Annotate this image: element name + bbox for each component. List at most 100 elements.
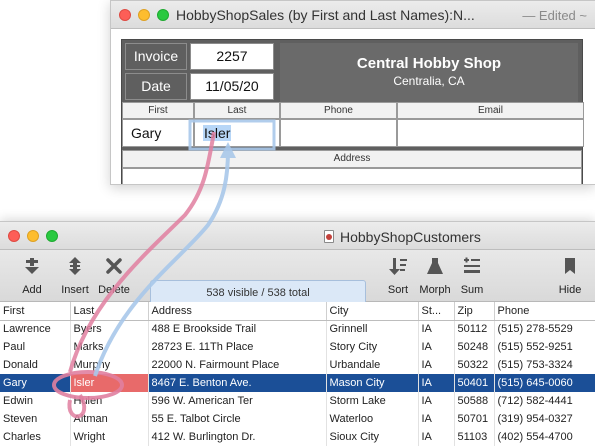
sort-button[interactable]: Sort xyxy=(378,250,418,302)
last-name-field[interactable]: Isler xyxy=(194,119,280,147)
cell-zip[interactable]: 50248 xyxy=(454,338,495,356)
cell-phone[interactable]: (515) 645-0060 xyxy=(494,374,595,392)
table-row[interactable]: Lawrence Byers 488 E Brookside Trail Grinne… xyxy=(0,320,595,338)
table-row[interactable]: Donald Murphy 22000 N. Fairmount Place Urba… xyxy=(0,356,595,374)
cell-address[interactable]: 55 E. Talbot Circle xyxy=(148,410,327,428)
close-button[interactable] xyxy=(8,230,20,242)
cell-last[interactable]: Byers xyxy=(70,320,149,338)
cell-first[interactable]: Charles xyxy=(0,428,71,446)
hide-button[interactable]: Hide xyxy=(550,250,590,302)
close-button[interactable] xyxy=(119,9,131,21)
cell-last[interactable]: Marks xyxy=(70,338,149,356)
cell-address[interactable]: 596 W. American Ter xyxy=(148,392,327,410)
window-title: HobbyShopCustomers xyxy=(340,229,481,245)
sum-button[interactable]: Sum xyxy=(452,250,492,302)
column-header-state[interactable]: St... xyxy=(418,302,455,321)
cell-state[interactable]: IA xyxy=(418,428,455,446)
cell-first[interactable]: Paul xyxy=(0,338,71,356)
phone-field[interactable] xyxy=(280,119,397,147)
cell-address[interactable]: 28723 E. 11Th Place xyxy=(148,338,327,356)
cell-phone[interactable]: (515) 278-5529 xyxy=(494,320,595,338)
cell-zip[interactable]: 50401 xyxy=(454,374,495,392)
morph-button[interactable]: Morph xyxy=(415,250,455,302)
customers-table: First Last Address City St... Zip Phone … xyxy=(0,302,595,446)
zoom-button[interactable] xyxy=(46,230,58,242)
cell-city[interactable]: Mason City xyxy=(326,374,419,392)
cell-phone[interactable]: (402) 554-4700 xyxy=(494,428,595,446)
cell-phone[interactable]: (319) 954-0327 xyxy=(494,410,595,428)
cell-first[interactable]: Donald xyxy=(0,356,71,374)
customers-titlebar: HobbyShopCustomers xyxy=(0,222,595,250)
column-header-first[interactable]: First xyxy=(0,302,71,321)
cell-city[interactable]: Grinnell xyxy=(326,320,419,338)
invoice-form: Invoice 2257 Date 11/05/20 Central Hobby… xyxy=(121,39,584,184)
insert-icon xyxy=(69,257,81,275)
company-banner: Central Hobby Shop Centralia, CA xyxy=(280,43,578,103)
cell-last[interactable]: Murphy xyxy=(70,356,149,374)
cell-zip[interactable]: 50588 xyxy=(454,392,495,410)
table-row[interactable]: Gary Isler 8467 E. Benton Ave. Mason City IA… xyxy=(0,374,595,392)
minimize-button[interactable] xyxy=(27,230,39,242)
cell-city[interactable]: Story City xyxy=(326,338,419,356)
cell-first[interactable]: Edwin xyxy=(0,392,71,410)
column-header-phone: Phone xyxy=(280,102,397,119)
cell-first[interactable]: Gary xyxy=(0,374,71,392)
invoice-number-field[interactable]: 2257 xyxy=(190,43,274,70)
sort-icon xyxy=(389,258,407,275)
cell-state[interactable]: IA xyxy=(418,392,455,410)
cell-city[interactable]: Storm Lake xyxy=(326,392,419,410)
cell-address[interactable]: 412 W. Burlington Dr. xyxy=(148,428,327,446)
add-button[interactable]: Add xyxy=(12,250,52,302)
cell-state[interactable]: IA xyxy=(418,374,455,392)
table-row[interactable]: Paul Marks 28723 E. 11Th Place Story City IA… xyxy=(0,338,595,356)
minimize-button[interactable] xyxy=(138,9,150,21)
company-city: Centralia, CA xyxy=(393,74,465,88)
cell-last[interactable]: Isler xyxy=(70,374,149,392)
email-field[interactable] xyxy=(397,119,584,147)
column-header-zip[interactable]: Zip xyxy=(454,302,495,321)
invoice-titlebar: HobbyShopSales (by First and Last Names)… xyxy=(111,1,595,29)
cell-zip[interactable]: 50701 xyxy=(454,410,495,428)
cell-city[interactable]: Waterloo xyxy=(326,410,419,428)
address-field[interactable] xyxy=(122,168,582,184)
column-header-phone[interactable]: Phone xyxy=(494,302,595,321)
cell-address[interactable]: 22000 N. Fairmount Place xyxy=(148,356,327,374)
cell-phone[interactable]: (515) 552-9251 xyxy=(494,338,595,356)
cell-address[interactable]: 8467 E. Benton Ave. xyxy=(148,374,327,392)
cell-phone[interactable]: (712) 582-4441 xyxy=(494,392,595,410)
date-field[interactable]: 11/05/20 xyxy=(190,73,274,100)
cell-state[interactable]: IA xyxy=(418,356,455,374)
cell-state[interactable]: IA xyxy=(418,410,455,428)
delete-icon xyxy=(106,258,122,274)
zoom-button[interactable] xyxy=(157,9,169,21)
edited-indicator[interactable]: — Edited ~ xyxy=(522,8,587,23)
column-header-last[interactable]: Last xyxy=(70,302,149,321)
column-header-city[interactable]: City xyxy=(326,302,419,321)
cell-first[interactable]: Steven xyxy=(0,410,71,428)
cell-last[interactable]: Hulen xyxy=(70,392,149,410)
delete-button[interactable]: Delete xyxy=(93,250,135,302)
cell-address[interactable]: 488 E Brookside Trail xyxy=(148,320,327,338)
cell-zip[interactable]: 51103 xyxy=(454,428,495,446)
table-row[interactable]: Steven Altman 55 E. Talbot Circle Waterloo I… xyxy=(0,410,595,428)
date-label: Date xyxy=(125,73,187,100)
cell-state[interactable]: IA xyxy=(418,320,455,338)
cell-last[interactable]: Wright xyxy=(70,428,149,446)
column-header-first: First xyxy=(122,102,194,119)
header-row: First Last Address City St... Zip Phone xyxy=(0,302,595,321)
cell-zip[interactable]: 50322 xyxy=(454,356,495,374)
cell-zip[interactable]: 50112 xyxy=(454,320,495,338)
cell-first[interactable]: Lawrence xyxy=(0,320,71,338)
column-header-address[interactable]: Address xyxy=(148,302,327,321)
sum-icon xyxy=(464,257,480,273)
first-name-field[interactable]: Gary xyxy=(122,119,194,147)
table-row[interactable]: Charles Wright 412 W. Burlington Dr. Sioux … xyxy=(0,428,595,446)
cell-city[interactable]: Urbandale xyxy=(326,356,419,374)
table-row[interactable]: Edwin Hulen 596 W. American Ter Storm Lake I… xyxy=(0,392,595,410)
cell-phone[interactable]: (515) 753-3324 xyxy=(494,356,595,374)
cell-state[interactable]: IA xyxy=(418,338,455,356)
insert-button[interactable]: Insert xyxy=(55,250,95,302)
cell-city[interactable]: Sioux City xyxy=(326,428,419,446)
column-header-email: Email xyxy=(397,102,584,119)
cell-last[interactable]: Altman xyxy=(70,410,149,428)
